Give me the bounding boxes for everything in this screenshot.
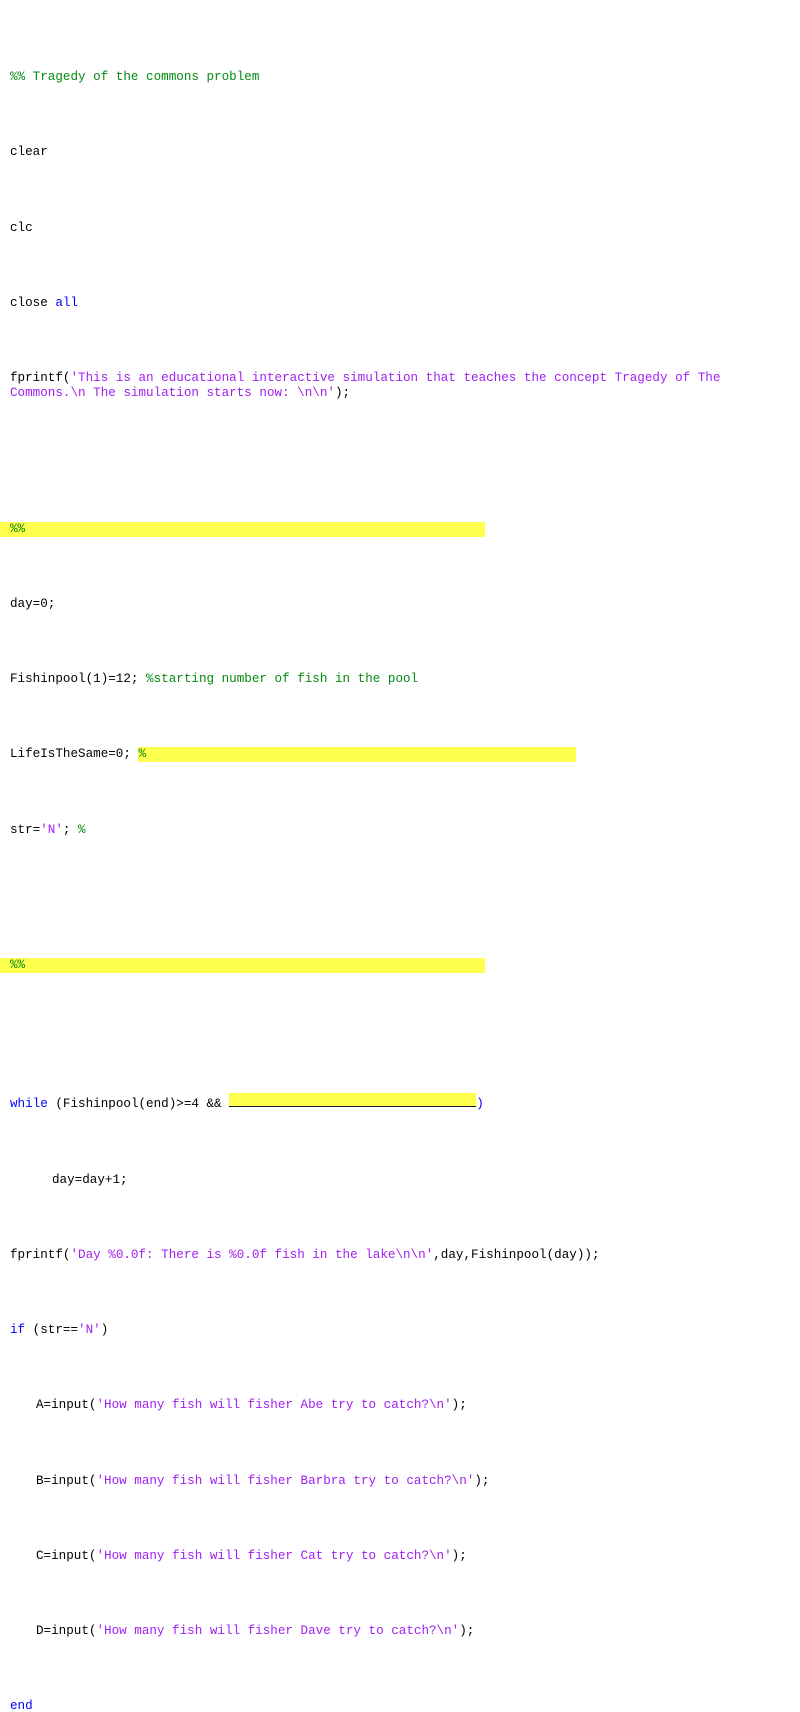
keyword-token: if: [10, 1323, 26, 1338]
identifier-token: fprintf(: [10, 371, 71, 386]
code-line-close-all: close all: [0, 296, 800, 311]
code-line-input-barbra: B=input('How many fish will fisher Barbr…: [0, 1474, 800, 1489]
string-token: 'How many fish will fisher Dave try to c…: [96, 1624, 460, 1639]
identifier-token: day=day+1;: [52, 1172, 128, 1187]
identifier-token: B=input(: [36, 1473, 97, 1488]
keyword-token: while: [10, 1097, 48, 1112]
identifier-token: close: [10, 295, 56, 310]
code-line-str-init: str='N'; %: [0, 823, 800, 838]
identifier-token: );: [334, 386, 351, 401]
identifier-token: fprintf(: [10, 1247, 71, 1262]
code-line-fishinpool-init: Fishinpool(1)=12; %starting number of fi…: [0, 672, 800, 687]
code-line-input-cat: C=input('How many fish will fisher Cat t…: [0, 1549, 800, 1564]
string-token: 'Day %0.0f: There is %0.0f fish in the l…: [70, 1247, 434, 1262]
identifier-token: D=input(: [36, 1624, 97, 1639]
keyword-token: end: [10, 1699, 33, 1712]
paren-token: ): [476, 1097, 484, 1112]
code-line-while-header: while (Fishinpool(end)>=4 && ): [0, 1093, 800, 1112]
identifier-token: clc: [10, 220, 33, 235]
identifier-token: day=0;: [10, 596, 56, 611]
identifier-token: (Fishinpool(end)>=4 &&: [47, 1097, 230, 1112]
code-line-input-abe: A=input('How many fish will fisher Abe t…: [0, 1398, 800, 1413]
redacted-condition-region: [229, 1093, 477, 1108]
comment-token: %starting number of fish in the pool: [146, 672, 419, 687]
identifier-token: str=: [10, 822, 41, 837]
cell-marker-token: %%: [0, 957, 485, 973]
code-line-comment-header: %% Tragedy of the commons problem: [0, 70, 800, 85]
comment-token: %: [78, 822, 86, 837]
code-line-fprintf-intro: fprintf('This is an educational interact…: [0, 371, 800, 401]
comment-token-highlighted: %: [138, 747, 577, 763]
code-line-end-if-str: end: [0, 1699, 800, 1712]
code-line-day-increment: day=day+1;: [0, 1173, 800, 1188]
identifier-token: C=input(: [36, 1548, 97, 1563]
string-token: 'How many fish will fisher Barbra try to…: [96, 1473, 475, 1488]
string-token: 'N': [78, 1323, 101, 1338]
string-token: 'This is an educational interactive simu…: [10, 371, 728, 401]
code-line-clear: clear: [0, 145, 800, 160]
string-token: 'How many fish will fisher Abe try to ca…: [96, 1398, 452, 1413]
identifier-token: );: [459, 1624, 475, 1639]
identifier-token: ,day,Fishinpool(day));: [433, 1247, 600, 1262]
cell-marker-token: %%: [0, 521, 485, 537]
code-line-clc: clc: [0, 221, 800, 236]
code-line-cell-marker-2: %%: [0, 957, 800, 973]
comment-token: %% Tragedy of the commons problem: [10, 70, 260, 85]
identifier-token: clear: [10, 145, 48, 160]
string-token: 'N': [40, 822, 63, 837]
code-listing: %% Tragedy of the commons problem clear …: [0, 0, 800, 1712]
identifier-token: ): [100, 1323, 109, 1338]
identifier-token: ;: [62, 822, 79, 837]
code-line-fprintf-day: fprintf('Day %0.0f: There is %0.0f fish …: [0, 1248, 800, 1263]
code-line-day-init: day=0;: [0, 597, 800, 612]
code-line-lifeisthesame-init: LifeIsTheSame=0; %: [0, 747, 800, 763]
identifier-token: Fishinpool(1)=12;: [10, 672, 147, 687]
identifier-token: );: [451, 1398, 467, 1413]
code-line-cell-marker-1: %%: [0, 521, 800, 537]
code-line-if-str-n: if (str=='N'): [0, 1323, 800, 1338]
string-token: 'How many fish will fisher Cat try to ca…: [96, 1548, 452, 1563]
identifier-token: LifeIsTheSame=0;: [10, 747, 139, 762]
identifier-token: A=input(: [36, 1398, 97, 1413]
identifier-token: );: [451, 1548, 467, 1563]
keyword-token: all: [55, 295, 79, 310]
code-line-input-dave: D=input('How many fish will fisher Dave …: [0, 1624, 800, 1639]
identifier-token: (str==: [25, 1323, 79, 1338]
identifier-token: );: [474, 1473, 490, 1488]
